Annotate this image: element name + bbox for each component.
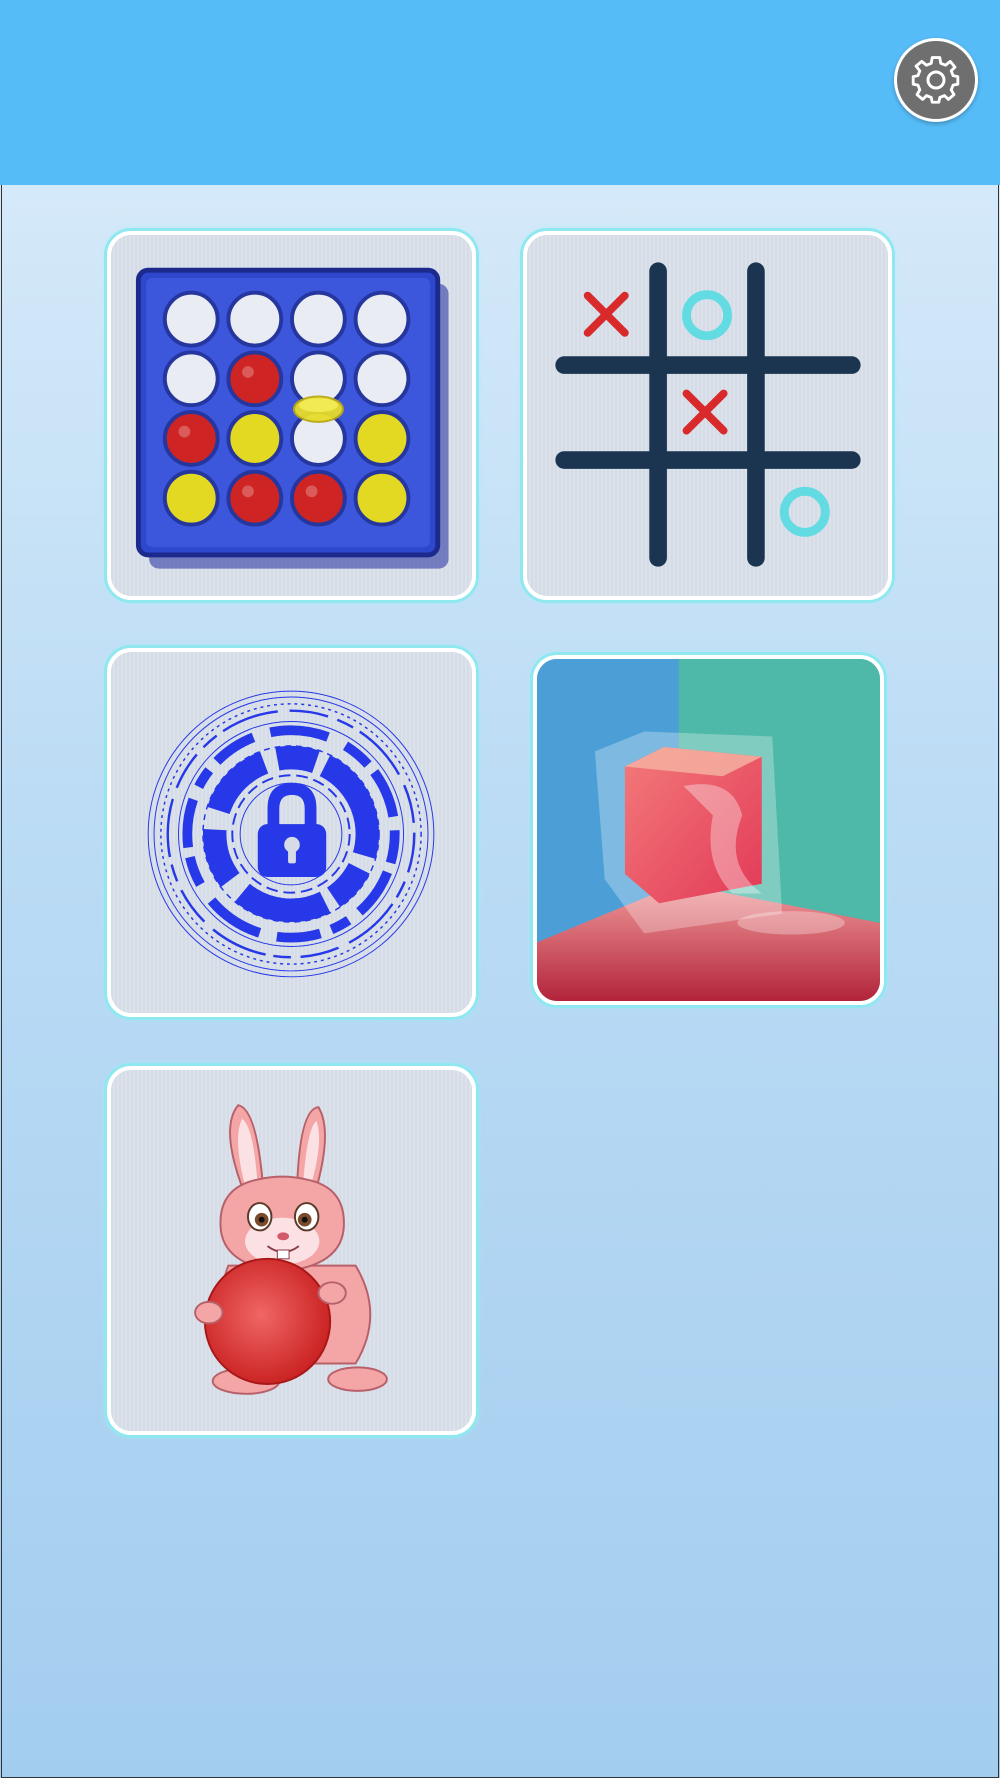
game-tile-jelly-cube[interactable] [533,655,884,1005]
padlock-circle-icon [147,690,435,978]
tic-tac-toe-icon [555,262,861,567]
game-tile-bunny-ball[interactable] [107,1066,476,1435]
settings-button[interactable] [894,38,978,122]
game-tile-lock-puzzle[interactable] [107,648,476,1017]
connect-four-board-icon [135,267,449,569]
game-tile-connect-four[interactable] [107,231,476,600]
app-header [0,0,1000,185]
bunny-with-ball-icon [194,1104,388,1395]
jelly-cube-icon [537,659,880,1001]
game-tile-tic-tac-toe[interactable] [523,231,892,600]
gear-icon [911,56,960,104]
